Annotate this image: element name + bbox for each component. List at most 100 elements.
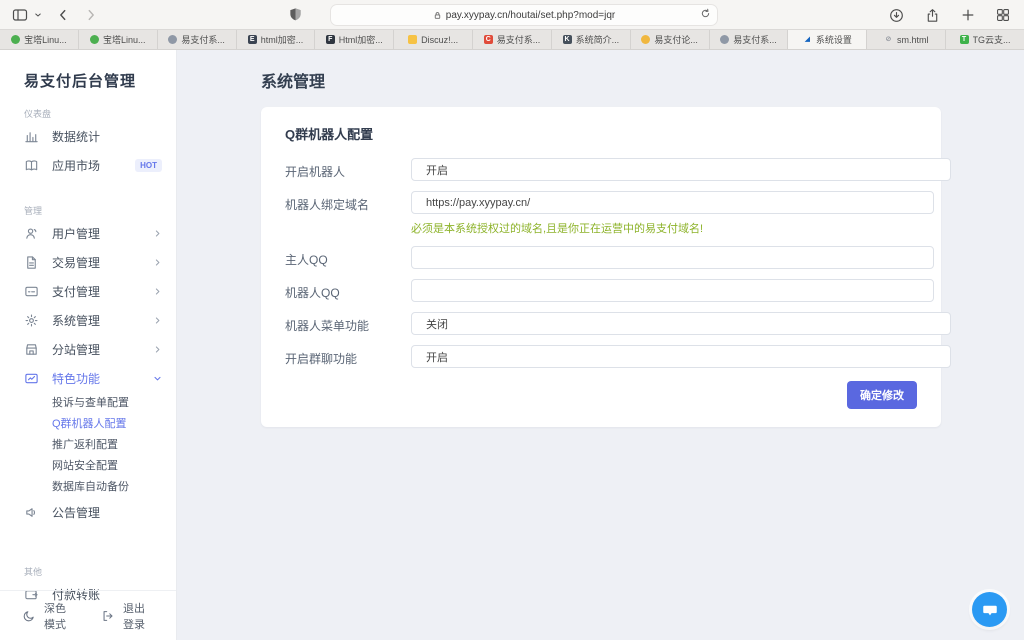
sidebar-subitem-security-config[interactable]: 网站安全配置	[0, 456, 176, 477]
sidebar-item-features[interactable]: 特色功能	[0, 364, 176, 393]
tab-favicon: ◢	[803, 35, 812, 44]
browser-tab-7[interactable]: K 系统简介...	[552, 30, 631, 49]
chevron-right-icon	[153, 229, 162, 238]
tab-favicon	[168, 35, 177, 44]
browser-tab-0[interactable]: 宝塔Linu...	[0, 30, 79, 49]
tab-favicon	[11, 35, 20, 44]
browser-tab-6[interactable]: C 易支付系...	[473, 30, 552, 49]
sidebar-item-system[interactable]: 系统管理	[0, 306, 176, 335]
bind-domain-input[interactable]	[411, 191, 934, 214]
browser-tab-2[interactable]: 易支付系...	[158, 30, 237, 49]
owner-qq-input[interactable]	[411, 246, 934, 269]
sidebar-item-label: 特色功能	[52, 370, 153, 387]
tab-label: 易支付系...	[181, 33, 225, 46]
field-label: 开启机器人	[285, 158, 411, 180]
browser-tab-1[interactable]: 宝塔Linu...	[79, 30, 158, 49]
feature-card-icon	[24, 371, 40, 387]
book-icon	[24, 158, 40, 174]
browser-tab-8[interactable]: 易支付论...	[631, 30, 710, 49]
menu-feature-input[interactable]	[411, 312, 951, 335]
tab-favicon: T	[960, 35, 969, 44]
form-row-bind-domain: 机器人绑定域名 必须是本系统授权过的域名,且是你正在运营中的易支付域名!	[285, 191, 917, 236]
chevron-down-icon[interactable]	[34, 11, 42, 19]
browser-toolbar: pay.xyypay.cn/houtai/set.php?mod=jqr	[0, 0, 1024, 30]
form-row-group-chat: 开启群聊功能	[285, 345, 917, 368]
tab-label: 易支付论...	[654, 33, 698, 46]
forward-icon[interactable]	[84, 8, 98, 22]
browser-tab-5[interactable]: Discuz!...	[394, 30, 473, 49]
sidebar-item-label: 用户管理	[52, 225, 153, 242]
sidebar-item-app-market[interactable]: 应用市场 HOT	[0, 151, 176, 180]
sidebar-subitem-qq-bot-config[interactable]: Q群机器人配置	[0, 414, 176, 435]
dark-mode-toggle[interactable]: 深色模式	[22, 600, 75, 632]
field-label: 机器人菜单功能	[285, 312, 411, 334]
logout-button[interactable]: 退出登录	[101, 600, 154, 632]
tab-label: html加密...	[261, 33, 304, 46]
tab-label: 宝塔Linu...	[103, 33, 146, 46]
chevron-right-icon	[153, 316, 162, 325]
group-chat-input[interactable]	[411, 345, 951, 368]
tab-label: TG云支...	[973, 33, 1011, 46]
lock-icon	[433, 11, 442, 20]
hot-badge: HOT	[135, 159, 162, 172]
browser-tab-3[interactable]: E html加密...	[237, 30, 316, 49]
browser-tab-12[interactable]: T TG云支...	[946, 30, 1024, 49]
app-title: 易支付后台管理	[0, 50, 176, 91]
bar-chart-icon	[24, 129, 40, 145]
sidebar-item-payments[interactable]: 支付管理	[0, 277, 176, 306]
bot-qq-input[interactable]	[411, 279, 934, 302]
downloads-icon[interactable]	[889, 8, 904, 23]
tab-favicon	[90, 35, 99, 44]
sidebar-item-label: 交易管理	[52, 254, 153, 271]
speaker-icon	[24, 505, 40, 521]
form-row-enable-bot: 开启机器人	[285, 158, 917, 181]
sidebar-subitem-db-backup[interactable]: 数据库自动备份	[0, 477, 176, 498]
chat-fab-button[interactable]	[972, 592, 1007, 627]
enable-bot-input[interactable]	[411, 158, 951, 181]
address-bar[interactable]: pay.xyypay.cn/houtai/set.php?mod=jqr	[330, 4, 718, 26]
sidebar-item-announcements[interactable]: 公告管理	[0, 498, 176, 527]
page-title: 系统管理	[261, 50, 1024, 92]
browser-tab-10[interactable]: ◢ 系统设置	[788, 30, 867, 49]
tab-label: Html加密...	[339, 33, 383, 46]
tab-label: sm.html	[897, 35, 929, 45]
field-label: 开启群聊功能	[285, 345, 411, 367]
new-tab-icon[interactable]	[961, 8, 975, 22]
reload-icon[interactable]	[700, 8, 711, 22]
logout-icon	[101, 609, 115, 623]
tab-label: 易支付系...	[497, 33, 541, 46]
tab-favicon: ⊘	[884, 35, 893, 44]
sidebar-section-label: 仪表盘	[0, 107, 176, 120]
url-text: pay.xyypay.cn/houtai/set.php?mod=jqr	[446, 10, 615, 21]
chevron-right-icon	[153, 345, 162, 354]
sidebar-item-label: 数据统计	[52, 128, 162, 145]
sidebar-subitem-complaints-config[interactable]: 投诉与查单配置	[0, 393, 176, 414]
browser-tab-4[interactable]: F Html加密...	[315, 30, 394, 49]
submit-button[interactable]: 确定修改	[847, 381, 917, 409]
browser-tab-11[interactable]: ⊘ sm.html	[867, 30, 946, 49]
sidebar-item-label: 支付管理	[52, 283, 153, 300]
tab-favicon: E	[248, 35, 257, 44]
tab-overview-icon[interactable]	[996, 8, 1010, 22]
sidebar-footer: 深色模式 退出登录	[0, 590, 176, 640]
privacy-shield-icon[interactable]	[288, 7, 303, 27]
chat-bubble-icon	[981, 601, 999, 619]
browser-tab-9[interactable]: 易支付系...	[710, 30, 789, 49]
file-icon	[24, 255, 40, 271]
sidebar-item-label: 分站管理	[52, 341, 153, 358]
chevron-right-icon	[153, 287, 162, 296]
share-icon[interactable]	[925, 8, 940, 23]
sidebar-item-users[interactable]: 用户管理	[0, 219, 176, 248]
sidebar-item-stats[interactable]: 数据统计	[0, 122, 176, 151]
sidebar-item-label: 公告管理	[52, 504, 162, 521]
sidebar-section-label: 其他	[0, 565, 176, 578]
sidebar-item-substations[interactable]: 分站管理	[0, 335, 176, 364]
tab-strip: 宝塔Linu... 宝塔Linu... 易支付系... E html加密... …	[0, 30, 1024, 50]
sidebar-item-transactions[interactable]: 交易管理	[0, 248, 176, 277]
sidebar-subitem-rebate-config[interactable]: 推广返利配置	[0, 435, 176, 456]
sidebar-section-label: 管理	[0, 204, 176, 217]
gear-icon	[24, 313, 40, 329]
back-icon[interactable]	[56, 8, 70, 22]
tab-label: 宝塔Linu...	[24, 33, 67, 46]
sidebar-toggle-icon[interactable]	[12, 7, 28, 23]
